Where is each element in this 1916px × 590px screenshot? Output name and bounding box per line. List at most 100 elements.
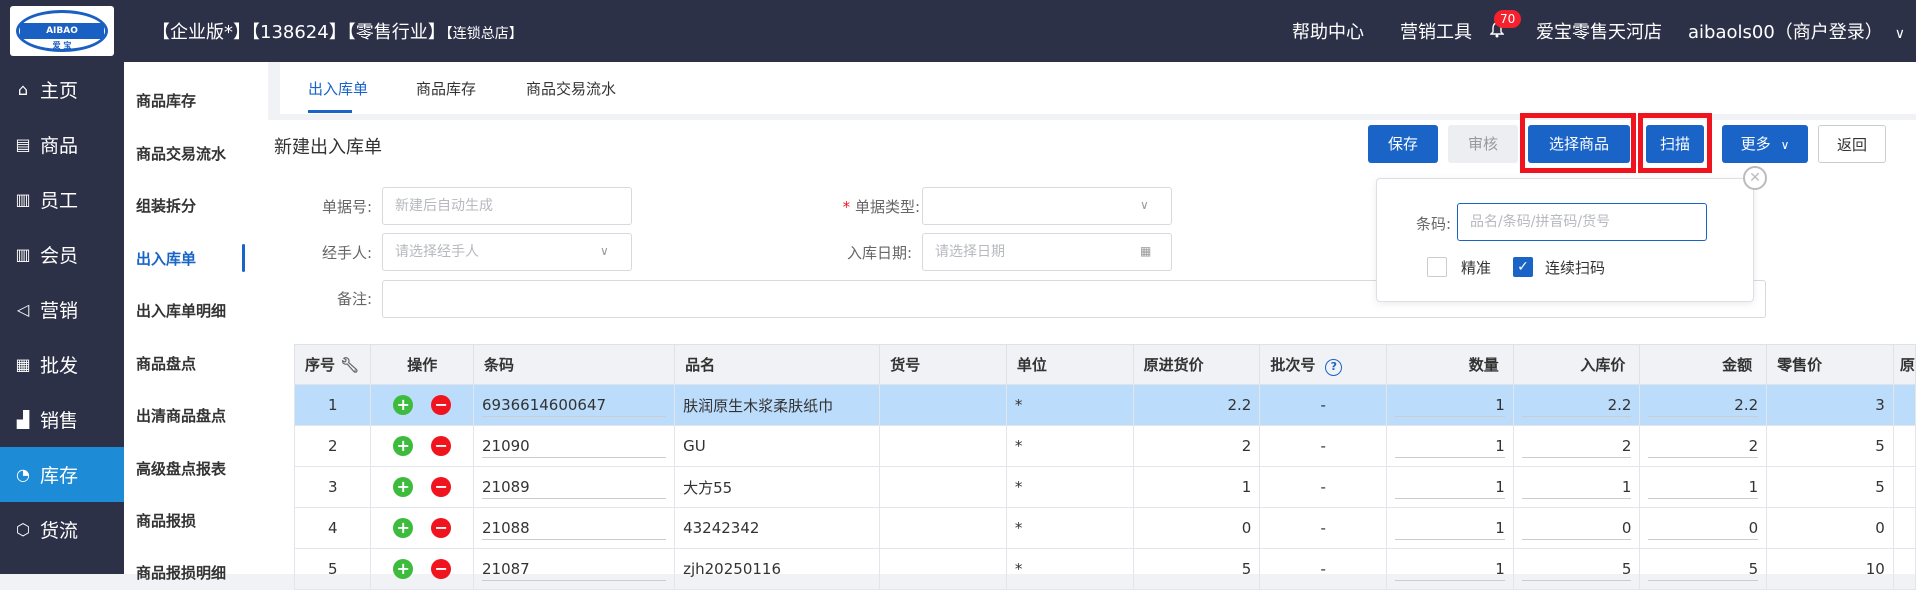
more-button[interactable]: 更多 ∨: [1722, 125, 1808, 163]
aibao-logo[interactable]: AIBAO 爱 宝: [10, 6, 114, 56]
marketing-tools-link[interactable]: 营销工具: [1400, 18, 1472, 44]
row-qty[interactable]: 1: [1386, 466, 1514, 508]
barcode-value[interactable]: 21088: [481, 517, 667, 540]
sidebar-item-inventory[interactable]: ◔ 库存: [0, 447, 124, 502]
remove-row-icon[interactable]: −: [431, 395, 452, 415]
subnav-item[interactable]: 组装拆分: [136, 195, 196, 216]
row-barcode[interactable]: 21087: [472, 548, 676, 590]
subnav-item[interactable]: 商品报损: [136, 510, 196, 531]
help-icon[interactable]: ?: [1325, 358, 1343, 376]
tab-transaction-flow[interactable]: 商品交易流水: [526, 78, 616, 99]
tab-bar: 出入库单 商品库存 商品交易流水: [280, 62, 1916, 114]
remove-row-icon[interactable]: −: [431, 518, 452, 538]
row-qty[interactable]: 1: [1386, 548, 1514, 590]
table-row[interactable]: 3 + − 21089 大方55 * 1 - 1 1 1 5: [293, 466, 1916, 508]
amount-input[interactable]: 1: [1648, 476, 1759, 499]
sidebar-item-wholesale[interactable]: ▦ 批发: [0, 337, 124, 392]
row-in-price[interactable]: 2.2: [1512, 384, 1641, 426]
table-row[interactable]: 2 + − 21090 GU * 2 - 1 2 2 5: [293, 425, 1916, 467]
row-amount[interactable]: 2.2: [1639, 384, 1768, 426]
row-qty[interactable]: 1: [1386, 384, 1514, 426]
table-row[interactable]: 5 + − 21087 zjh20250116 * 5 - 1 5 5 10: [293, 548, 1916, 590]
row-barcode[interactable]: 21088: [472, 507, 676, 549]
date-input[interactable]: 请选择日期: [922, 233, 1172, 271]
barcode-value[interactable]: 21089: [481, 476, 667, 499]
row-in-price[interactable]: 1: [1512, 466, 1641, 508]
in-price-input[interactable]: 1: [1521, 476, 1632, 499]
tab-product-stock[interactable]: 商品库存: [416, 78, 476, 99]
row-batch: -: [1259, 507, 1388, 549]
doc-type-select[interactable]: [922, 187, 1172, 225]
in-price-input[interactable]: 5: [1521, 558, 1632, 581]
subnav-item[interactable]: 高级盘点报表: [136, 458, 226, 479]
row-in-price[interactable]: 2: [1512, 425, 1641, 467]
sidebar-item-product[interactable]: ▤ 商品: [0, 117, 124, 172]
doc-no-input[interactable]: 新建后自动生成: [382, 187, 632, 225]
table-row[interactable]: 4 + − 21088 43242342 * 0 - 1 0 0 0: [293, 507, 1916, 549]
add-row-icon[interactable]: +: [393, 477, 414, 497]
row-in-price[interactable]: 5: [1512, 548, 1641, 590]
row-amount[interactable]: 0: [1639, 507, 1768, 549]
table-row[interactable]: 1 + − 6936614600647 肤润原生木浆柔肤纸巾 * 2.2 - 1 …: [293, 384, 1916, 426]
account-menu[interactable]: aibaols00（商户登录） ∨: [1688, 18, 1905, 44]
qty-input[interactable]: 1: [1395, 394, 1505, 417]
row-unit: *: [1005, 466, 1134, 508]
add-row-icon[interactable]: +: [393, 559, 414, 579]
exact-checkbox[interactable]: [1427, 257, 1447, 277]
add-row-icon[interactable]: +: [393, 436, 414, 456]
subnav-item[interactable]: 商品库存: [136, 90, 196, 111]
row-qty[interactable]: 1: [1386, 425, 1514, 467]
subnav-item[interactable]: 商品交易流水: [136, 143, 226, 164]
review-button[interactable]: 审核: [1448, 125, 1518, 163]
subnav-item[interactable]: 出清商品盘点: [136, 405, 226, 426]
sidebar-item-staff[interactable]: ▥ 员工: [0, 172, 124, 227]
back-button[interactable]: 返回: [1818, 125, 1886, 163]
sidebar-item-member[interactable]: ▥ 会员: [0, 227, 124, 282]
qty-input[interactable]: 1: [1395, 517, 1505, 540]
subnav-item[interactable]: 出入库单明细: [136, 300, 226, 321]
row-in-price[interactable]: 0: [1512, 507, 1641, 549]
remove-row-icon[interactable]: −: [431, 477, 452, 497]
continuous-scan-checkbox[interactable]: ✓: [1513, 257, 1533, 277]
barcode-value[interactable]: 6936614600647: [481, 394, 667, 417]
qty-input[interactable]: 1: [1395, 435, 1505, 458]
remove-row-icon[interactable]: −: [431, 436, 452, 456]
row-barcode[interactable]: 21089: [472, 466, 676, 508]
sidebar-item-home[interactable]: ⌂ 主页: [0, 62, 124, 117]
add-row-icon[interactable]: +: [393, 518, 414, 538]
handler-select[interactable]: 请选择经手人: [382, 233, 632, 271]
store-name[interactable]: 爱宝零售天河店: [1536, 18, 1662, 44]
add-row-icon[interactable]: +: [393, 395, 414, 415]
sidebar-item-marketing[interactable]: ◁ 营销: [0, 282, 124, 337]
help-center-link[interactable]: 帮助中心: [1292, 18, 1364, 44]
barcode-value[interactable]: 21090: [481, 435, 667, 458]
amount-input[interactable]: 0: [1648, 517, 1759, 540]
tab-stock-document[interactable]: 出入库单: [308, 78, 368, 99]
col-header-sku: 货号: [879, 344, 1007, 385]
remove-row-icon[interactable]: −: [431, 559, 452, 579]
save-button[interactable]: 保存: [1368, 125, 1438, 163]
qty-input[interactable]: 1: [1395, 476, 1505, 499]
row-amount[interactable]: 2: [1639, 425, 1768, 467]
sidebar-item-sales[interactable]: ▟ 销售: [0, 392, 124, 447]
amount-input[interactable]: 2.2: [1648, 394, 1759, 417]
row-barcode[interactable]: 21090: [472, 425, 676, 467]
row-barcode[interactable]: 6936614600647: [472, 384, 676, 426]
close-popup-icon[interactable]: ✕: [1743, 166, 1767, 190]
in-price-input[interactable]: 2: [1521, 435, 1632, 458]
row-amount[interactable]: 1: [1639, 466, 1768, 508]
amount-input[interactable]: 5: [1648, 558, 1759, 581]
amount-input[interactable]: 2: [1648, 435, 1759, 458]
subnav-item[interactable]: 商品盘点: [136, 353, 196, 374]
in-price-input[interactable]: 2.2: [1521, 394, 1632, 417]
wrench-icon[interactable]: 🔧︎: [340, 356, 359, 374]
subnav-item[interactable]: 商品报损明细: [136, 562, 226, 583]
qty-input[interactable]: 1: [1395, 558, 1505, 581]
barcode-value[interactable]: 21087: [481, 558, 667, 581]
sidebar-item-logistics[interactable]: ⬡ 货流: [0, 502, 124, 557]
in-price-input[interactable]: 0: [1521, 517, 1632, 540]
row-qty[interactable]: 1: [1386, 507, 1514, 549]
row-amount[interactable]: 5: [1639, 548, 1768, 590]
barcode-input[interactable]: 品名/条码/拼音码/货号: [1457, 203, 1707, 241]
subnav-item-active[interactable]: 出入库单: [136, 248, 196, 269]
